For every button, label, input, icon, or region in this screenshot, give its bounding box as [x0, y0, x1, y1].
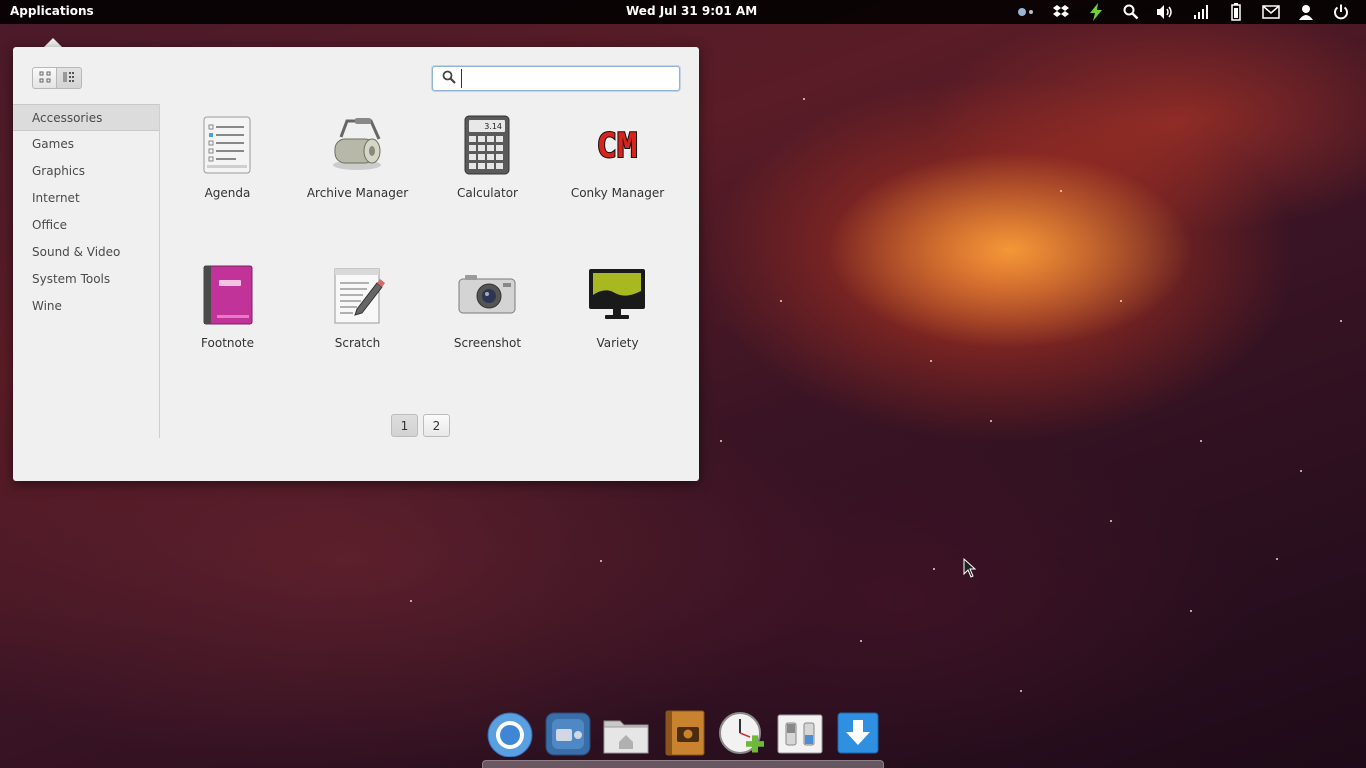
volume-icon[interactable] [1148, 0, 1183, 24]
system-tray [1008, 0, 1358, 24]
switchboard-icon [776, 714, 824, 761]
downloads-icon [834, 712, 882, 761]
app-scratch[interactable]: Scratch [295, 257, 420, 367]
search-icon [442, 70, 456, 88]
dock-item-files[interactable] [602, 709, 650, 757]
app-calculator[interactable]: 3.14 Calculator [425, 107, 550, 217]
app-archive-manager[interactable]: Archive Manager [295, 107, 420, 217]
files-home-icon [602, 720, 650, 761]
page-button-2[interactable]: 2 [423, 414, 450, 437]
calculator-display: 3.14 [484, 122, 502, 131]
agenda-icon [197, 115, 257, 175]
app-label: Variety [596, 336, 639, 350]
search-box [432, 66, 680, 91]
page-switcher: 1 2 [391, 414, 450, 437]
conky-logo-text: CM [597, 126, 638, 166]
category-view-icon [63, 71, 75, 86]
dropbox-icon[interactable] [1043, 0, 1078, 24]
category-games[interactable]: Games [13, 131, 159, 158]
user-icon[interactable] [1288, 0, 1323, 24]
screenshot-icon [457, 265, 517, 325]
mail-icon[interactable] [1253, 0, 1288, 24]
dock-item-switchboard[interactable] [776, 709, 824, 757]
page-button-1[interactable]: 1 [391, 414, 418, 437]
category-wine[interactable]: Wine [13, 293, 159, 320]
app-footnote[interactable]: Footnote [165, 257, 290, 367]
app-agenda[interactable]: Agenda [165, 107, 290, 217]
launcher-pointer [44, 38, 62, 47]
app-label: Conky Manager [570, 186, 665, 200]
view-mode-toggle [32, 67, 82, 89]
category-view-button[interactable] [57, 67, 82, 89]
archive-manager-icon [327, 115, 387, 175]
search-icon[interactable] [1113, 0, 1148, 24]
app-label: Scratch [334, 336, 381, 350]
app-label: Footnote [201, 336, 254, 350]
network-signal-icon[interactable] [1183, 0, 1218, 24]
footnote-icon [197, 265, 257, 325]
category-internet[interactable]: Internet [13, 185, 159, 212]
application-launcher: Accessories Games Graphics Internet Offi… [13, 47, 699, 481]
dock [486, 709, 879, 761]
app-label: Screenshot [453, 336, 522, 350]
shotwell-icon [660, 710, 708, 761]
dock-item-chromium[interactable] [486, 709, 534, 758]
battery-icon[interactable] [1218, 0, 1253, 24]
dock-item-downloads[interactable] [834, 709, 882, 757]
app-conky-manager[interactable]: CM Conky Manager [555, 107, 680, 217]
category-system-tools[interactable]: System Tools [13, 266, 159, 293]
power-icon[interactable] [1323, 0, 1358, 24]
category-office[interactable]: Office [13, 212, 159, 239]
conky-manager-icon: CM [587, 115, 647, 175]
app-label: Agenda [204, 186, 251, 200]
chromium-icon [486, 712, 534, 761]
category-accessories[interactable]: Accessories [13, 104, 159, 131]
variety-icon [587, 265, 647, 325]
grid-view-button[interactable] [32, 67, 57, 89]
dock-item-screencast[interactable] [544, 709, 592, 757]
scratch-icon [327, 265, 387, 325]
indicator-dots-icon[interactable] [1008, 0, 1043, 24]
panel-clock[interactable]: Wed Jul 31 9:01 AM [626, 4, 757, 18]
dock-item-clock[interactable] [718, 709, 766, 757]
app-label: Calculator [457, 186, 518, 200]
app-variety[interactable]: Variety [555, 257, 680, 367]
mouse-cursor [963, 557, 977, 578]
power-bolt-icon[interactable] [1078, 0, 1113, 24]
clock-add-icon [718, 712, 766, 761]
top-panel: Applications Wed Jul 31 9:01 AM [0, 0, 1366, 24]
grid-view-icon [39, 71, 51, 86]
category-graphics[interactable]: Graphics [13, 158, 159, 185]
category-list: Accessories Games Graphics Internet Offi… [13, 104, 160, 438]
dock-shelf [482, 760, 884, 768]
app-label: Archive Manager [306, 186, 409, 200]
applications-menu-button[interactable]: Applications [10, 4, 94, 18]
category-sound-video[interactable]: Sound & Video [13, 239, 159, 266]
dock-item-shotwell[interactable] [660, 709, 708, 757]
screencast-icon [544, 712, 592, 761]
calculator-icon: 3.14 [457, 115, 517, 175]
search-input[interactable] [461, 69, 671, 88]
app-screenshot[interactable]: Screenshot [425, 257, 550, 367]
